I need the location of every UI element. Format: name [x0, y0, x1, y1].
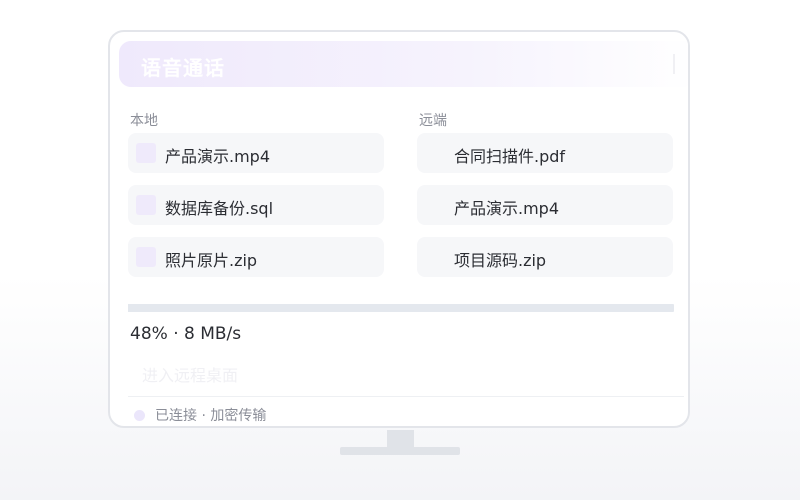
local-file-item[interactable]: 产品演示.mp4 [128, 133, 384, 173]
title-bar: 语音通话 [119, 41, 688, 87]
file-icon [136, 143, 156, 163]
remote-file-item[interactable]: 项目源码.zip [417, 237, 673, 277]
enter-remote-desktop-button[interactable]: 进入远程桌面 [130, 364, 250, 388]
file-icon [425, 143, 445, 163]
local-file-name: 数据库备份.sql [165, 199, 274, 218]
connection-status-text: 已连接 · 加密传输 [155, 408, 267, 424]
remote-file-item[interactable]: 产品演示.mp4 [417, 185, 673, 225]
local-file-item[interactable]: 数据库备份.sql [128, 185, 384, 225]
monitor-stand-base [340, 447, 460, 455]
remote-file-name: 项目源码.zip [454, 251, 547, 270]
file-icon [425, 195, 445, 215]
local-column-label: 本地 [130, 113, 158, 129]
local-file-name: 产品演示.mp4 [165, 147, 271, 166]
transfer-summary: 48% · 8 MB/s [130, 324, 242, 344]
file-icon [425, 247, 445, 267]
remote-column-label: 远端 [419, 113, 447, 129]
connection-status-dot [134, 410, 145, 421]
file-icon [136, 195, 156, 215]
monitor-stand-neck [387, 430, 414, 447]
transfer-progress-fill [128, 304, 391, 312]
monitor-frame: 语音通话 本地 远端 产品演示.mp4 数据库备份.sql 照片原片.zip 合… [108, 30, 690, 428]
remote-file-item[interactable]: 合同扫描件.pdf [417, 133, 673, 173]
remote-file-name: 产品演示.mp4 [454, 199, 560, 218]
page: 语音通话 本地 远端 产品演示.mp4 数据库备份.sql 照片原片.zip 合… [0, 0, 800, 500]
transfer-progress-bar [128, 304, 674, 312]
remote-file-name: 合同扫描件.pdf [454, 147, 566, 166]
local-file-item[interactable]: 照片原片.zip [128, 237, 384, 277]
window-title: 语音通话 [141, 56, 225, 80]
file-icon [136, 247, 156, 267]
status-divider [128, 396, 684, 397]
local-file-name: 照片原片.zip [165, 251, 258, 270]
title-bar-handle [673, 54, 675, 74]
